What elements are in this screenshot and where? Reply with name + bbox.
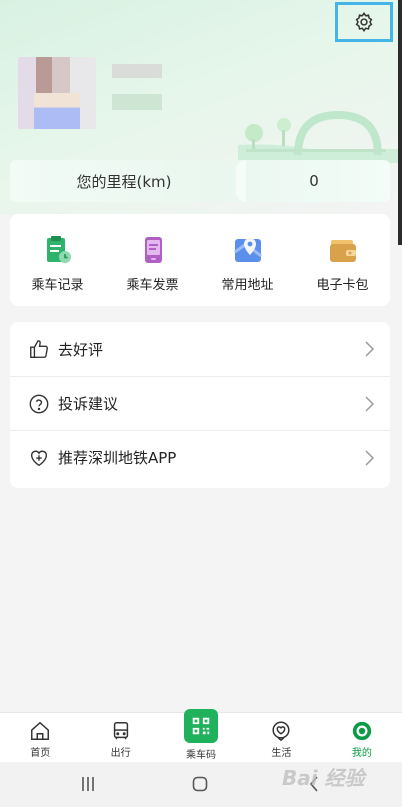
heart-location-icon	[272, 721, 290, 742]
thumbs-up-icon	[30, 340, 48, 358]
question-circle-icon	[29, 394, 49, 413]
decoration-illustration	[238, 110, 398, 163]
heart-plus-icon	[30, 450, 48, 466]
qr-code-button[interactable]	[184, 709, 219, 743]
tab-mine[interactable]: 我的	[322, 713, 402, 762]
invoice-icon	[144, 237, 162, 263]
wallet-icon	[329, 240, 356, 262]
mileage-label: 您的里程(km)	[76, 172, 172, 191]
recent-apps-icon[interactable]	[80, 776, 96, 792]
settings-button[interactable]	[335, 2, 393, 42]
tab-label: 乘车码	[186, 750, 217, 761]
username-blurred	[112, 64, 162, 110]
tab-life[interactable]: 生活	[241, 713, 321, 762]
tab-ride-code[interactable]: 乘车码	[161, 709, 241, 762]
quick-label: 乘车记录	[31, 278, 84, 293]
mileage-value: 0	[309, 172, 319, 190]
quick-label: 常用地址	[221, 278, 274, 293]
bus-icon	[113, 722, 128, 740]
mileage-card[interactable]: 您的里程(km) 0	[10, 160, 390, 202]
tab-label: 我的	[351, 748, 372, 759]
gear-icon	[355, 12, 373, 32]
menu-rate-app[interactable]: 去好评	[10, 322, 390, 376]
menu-label: 去好评	[58, 340, 104, 359]
watermark: Bai 经验	[282, 766, 365, 790]
menu-label: 投诉建议	[58, 395, 119, 413]
quick-label: 乘车发票	[126, 278, 179, 293]
tab-travel[interactable]: 出行	[80, 713, 160, 762]
quick-e-wallet[interactable]: 电子卡包	[295, 214, 390, 306]
chevron-right-icon	[365, 341, 374, 357]
tab-label: 生活	[271, 748, 292, 759]
quick-common-address[interactable]: 常用地址	[200, 214, 295, 306]
chevron-right-icon	[365, 450, 374, 466]
scroll-edge	[398, 0, 402, 245]
chevron-right-icon	[365, 396, 374, 412]
home-nav-icon[interactable]	[192, 776, 208, 792]
tab-home[interactable]: 首页	[0, 713, 80, 762]
profile-icon	[352, 721, 371, 741]
menu-card: 去好评 投诉建议 推荐深圳地铁APP	[10, 322, 390, 488]
tab-label: 出行	[110, 748, 131, 759]
quick-ride-record[interactable]: 乘车记录	[10, 214, 105, 306]
qr-code-icon	[192, 717, 210, 735]
menu-recommend-app[interactable]: 推荐深圳地铁APP	[10, 430, 390, 484]
ride-record-icon	[46, 236, 71, 263]
menu-feedback[interactable]: 投诉建议	[10, 376, 390, 430]
avatar[interactable]	[18, 57, 96, 129]
quick-label: 电子卡包	[316, 278, 369, 293]
home-icon	[31, 721, 50, 740]
quick-actions-card: 乘车记录 乘车发票 常用地址 电子卡包	[10, 214, 390, 306]
tab-label: 首页	[30, 748, 51, 759]
menu-label: 推荐深圳地铁APP	[58, 449, 177, 467]
map-pin-icon	[233, 238, 262, 262]
bottom-tab-bar: 首页 出行 乘车码 生活 我的	[0, 709, 402, 762]
quick-invoice[interactable]: 乘车发票	[105, 214, 200, 306]
